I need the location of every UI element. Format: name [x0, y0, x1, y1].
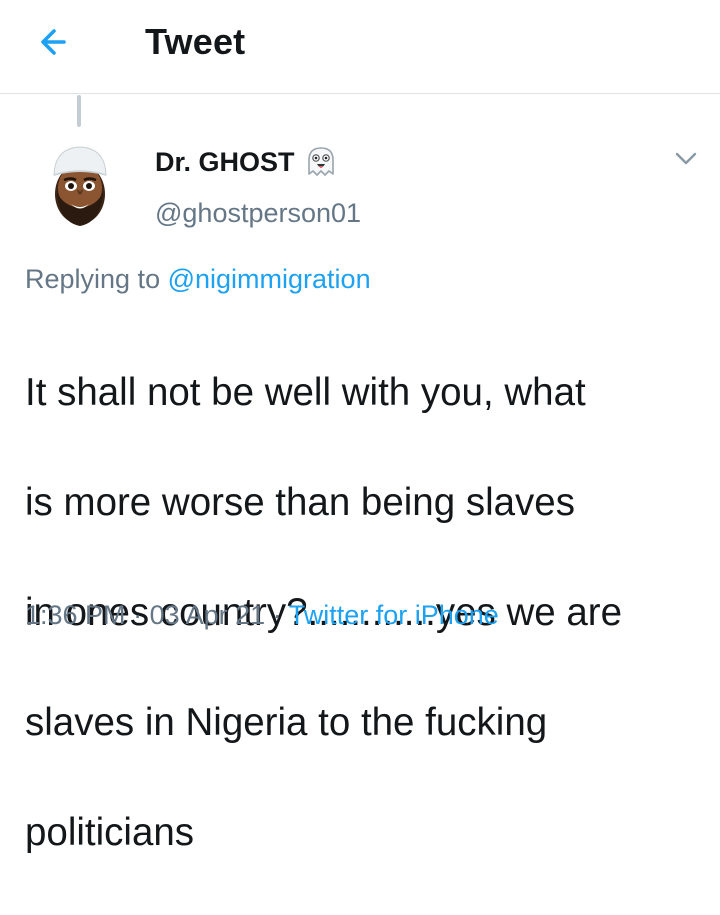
top-app-bar: Tweet [0, 0, 720, 94]
tweet-meta: 1:36 PM · 03 Apr 21 · Twitter for iPhone [25, 598, 499, 632]
avatar[interactable] [45, 142, 115, 228]
tweet-line: slaves in Nigeria to the fucking [25, 701, 548, 744]
tweet-source-link[interactable]: Twitter for iPhone [289, 600, 499, 630]
meta-separator: · [272, 600, 282, 630]
arrow-left-icon[interactable] [34, 22, 78, 62]
author-row: Dr. GHOST [155, 144, 339, 180]
tweet-line: It shall not be well with you, what [25, 371, 586, 414]
replying-to: Replying to @nigimmigration [25, 262, 371, 296]
tweet-time: 1:36 PM [25, 600, 126, 630]
tweet-line: is more worse than being slaves [25, 481, 575, 524]
chevron-down-icon[interactable] [672, 146, 700, 170]
meta-separator: · [133, 600, 143, 630]
thread-connector [77, 95, 81, 127]
mention-link[interactable]: @nigimmigration [168, 264, 371, 294]
author-handle[interactable]: @ghostperson01 [155, 197, 361, 229]
replying-prefix: Replying to [25, 264, 161, 294]
tweet-date: 03 Apr 21 [149, 600, 266, 630]
page-title: Tweet [145, 21, 246, 62]
ghost-icon [307, 147, 334, 176]
author-name[interactable]: Dr. GHOST [155, 146, 295, 178]
tweet-line: politicians [25, 811, 195, 854]
